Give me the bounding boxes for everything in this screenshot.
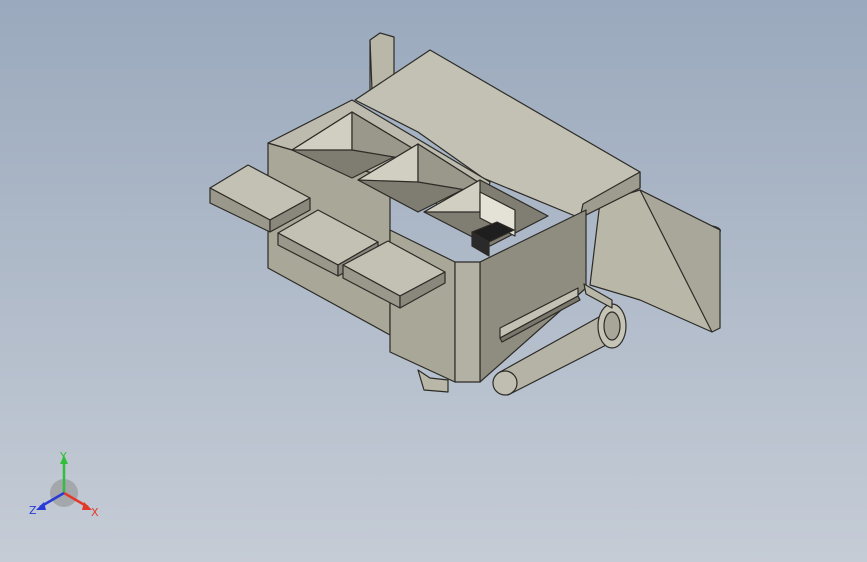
triad-x-label: X <box>91 506 99 519</box>
orientation-triad: Y X Z <box>29 450 99 519</box>
cad-model[interactable] <box>209 32 721 396</box>
triad-y-label: Y <box>59 450 67 463</box>
triad-z-label: Z <box>29 504 37 517</box>
3d-viewport[interactable]: Y X Z <box>0 0 867 562</box>
